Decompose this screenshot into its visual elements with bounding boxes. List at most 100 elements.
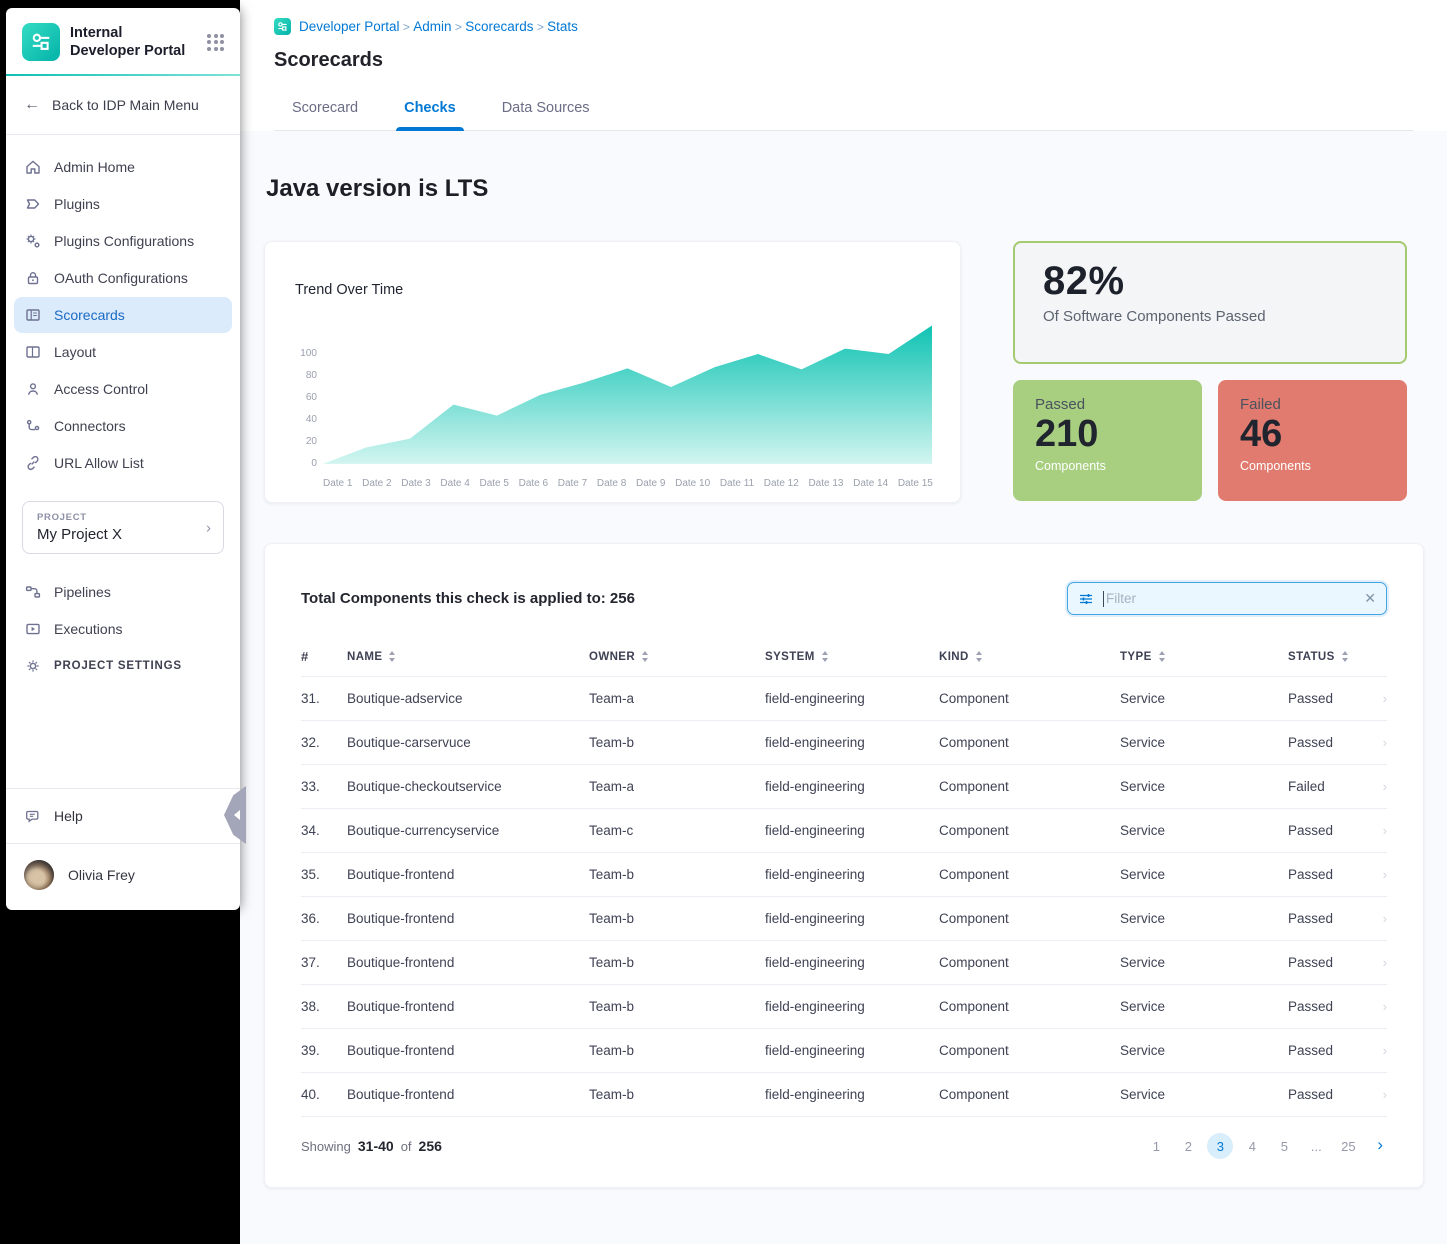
page-button-25[interactable]: 25 bbox=[1335, 1133, 1361, 1159]
clear-filter-icon[interactable]: ✕ bbox=[1364, 590, 1376, 607]
sidebar-item-connectors[interactable]: Connectors bbox=[14, 408, 232, 444]
sidebar-item-plugins-configurations[interactable]: Plugins Configurations bbox=[14, 223, 232, 259]
y-tick-label: 60 bbox=[306, 392, 317, 403]
column-label: OWNER bbox=[589, 651, 635, 663]
layout-icon bbox=[24, 343, 42, 361]
row-index: 33. bbox=[301, 779, 347, 794]
cell-name: Boutique-frontend bbox=[347, 911, 589, 926]
breadcrumb-link-scorecards[interactable]: Scorecards bbox=[465, 19, 533, 34]
row-index: 40. bbox=[301, 1087, 347, 1102]
sidebar-item-scorecards[interactable]: Scorecards bbox=[14, 297, 232, 333]
column-header-owner[interactable]: OWNER bbox=[589, 650, 765, 663]
sidebar-item-label: Connectors bbox=[54, 418, 126, 434]
table-title: Total Components this check is applied t… bbox=[301, 590, 635, 607]
table-row[interactable]: 38.Boutique-frontendTeam-bfield-engineer… bbox=[301, 984, 1387, 1028]
column-header-kind[interactable]: KIND bbox=[939, 650, 1120, 663]
sidebar-item-pipelines[interactable]: Pipelines bbox=[14, 574, 232, 610]
row-index: 32. bbox=[301, 735, 347, 750]
gear-icon bbox=[24, 657, 42, 675]
home-icon bbox=[24, 158, 42, 176]
sidebar-item-url-allow-list[interactable]: URL Allow List bbox=[14, 445, 232, 481]
tab-data-sources[interactable]: Data Sources bbox=[484, 88, 608, 130]
cell-system: field-engineering bbox=[765, 911, 939, 926]
cell-status: Passed bbox=[1288, 999, 1373, 1014]
table-row[interactable]: 33.Boutique-checkoutserviceTeam-afield-e… bbox=[301, 764, 1387, 808]
chart-x-axis: Date 1Date 2Date 3Date 4Date 5Date 6Date… bbox=[323, 478, 933, 489]
cell-status: Passed bbox=[1288, 1043, 1373, 1058]
showing-total: 256 bbox=[419, 1138, 442, 1154]
cell-system: field-engineering bbox=[765, 955, 939, 970]
sidebar-item-oauth-configurations[interactable]: OAuth Configurations bbox=[14, 260, 232, 296]
sidebar-item-admin-home[interactable]: Admin Home bbox=[14, 149, 232, 185]
cell-owner: Team-b bbox=[589, 1087, 765, 1102]
pipeline-icon bbox=[24, 583, 42, 601]
table-row[interactable]: 36.Boutique-frontendTeam-bfield-engineer… bbox=[301, 896, 1387, 940]
cell-kind: Component bbox=[939, 691, 1120, 706]
filter-input[interactable] bbox=[1106, 591, 1355, 606]
page-button-1[interactable]: 1 bbox=[1143, 1133, 1169, 1159]
cell-kind: Component bbox=[939, 735, 1120, 750]
breadcrumb-link-stats[interactable]: Stats bbox=[547, 19, 578, 34]
row-chevron-icon: › bbox=[1373, 823, 1387, 838]
sidebar-item-access-control[interactable]: Access Control bbox=[14, 371, 232, 407]
cell-type: Service bbox=[1120, 867, 1288, 882]
table-row[interactable]: 31.Boutique-adserviceTeam-afield-enginee… bbox=[301, 676, 1387, 720]
tab-scorecard[interactable]: Scorecard bbox=[274, 88, 376, 130]
x-tick-label: Date 9 bbox=[636, 478, 665, 489]
x-tick-label: Date 1 bbox=[323, 478, 352, 489]
table-row[interactable]: 39.Boutique-frontendTeam-bfield-engineer… bbox=[301, 1028, 1387, 1072]
sidebar-item-executions[interactable]: Executions bbox=[14, 611, 232, 647]
page-button-3[interactable]: 3 bbox=[1207, 1133, 1233, 1159]
passed-value: 210 bbox=[1035, 413, 1180, 457]
failed-label: Failed bbox=[1240, 396, 1385, 413]
project-selector[interactable]: PROJECT My Project X › bbox=[22, 501, 224, 554]
sidebar-item-label: Admin Home bbox=[54, 159, 135, 175]
page-button-4[interactable]: 4 bbox=[1239, 1133, 1265, 1159]
page-button-2[interactable]: 2 bbox=[1175, 1133, 1201, 1159]
x-tick-label: Date 3 bbox=[401, 478, 430, 489]
idp-logo-icon bbox=[22, 23, 60, 61]
x-tick-label: Date 12 bbox=[764, 478, 799, 489]
help-button[interactable]: Help bbox=[6, 788, 240, 843]
sidebar-item-label: OAuth Configurations bbox=[54, 270, 188, 286]
table-row[interactable]: 34.Boutique-currencyserviceTeam-cfield-e… bbox=[301, 808, 1387, 852]
breadcrumb-link-developer-portal[interactable]: Developer Portal bbox=[299, 19, 400, 34]
sidebar-item-project-settings[interactable]: PROJECT SETTINGS bbox=[14, 648, 232, 684]
cell-type: Service bbox=[1120, 735, 1288, 750]
column-header-status[interactable]: STATUS bbox=[1288, 650, 1373, 663]
column-header-name[interactable]: NAME bbox=[347, 650, 589, 663]
table-row[interactable]: 32.Boutique-carservuceTeam-bfield-engine… bbox=[301, 720, 1387, 764]
user-menu[interactable]: Olivia Frey bbox=[6, 843, 240, 910]
cell-kind: Component bbox=[939, 823, 1120, 838]
breadcrumb-link-admin[interactable]: Admin bbox=[413, 19, 451, 34]
app-grid-icon[interactable] bbox=[205, 32, 226, 53]
column-label: KIND bbox=[939, 651, 969, 663]
row-chevron-icon: › bbox=[1373, 1043, 1387, 1058]
cell-owner: Team-b bbox=[589, 867, 765, 882]
cell-type: Service bbox=[1120, 823, 1288, 838]
cell-owner: Team-b bbox=[589, 955, 765, 970]
column-header-type[interactable]: TYPE bbox=[1120, 650, 1288, 663]
page-button-5[interactable]: 5 bbox=[1271, 1133, 1297, 1159]
back-to-idp-main-menu[interactable]: ← Back to IDP Main Menu bbox=[6, 76, 240, 135]
table-row[interactable]: 35.Boutique-frontendTeam-bfield-engineer… bbox=[301, 852, 1387, 896]
breadcrumb-separator: > bbox=[452, 20, 466, 34]
cell-name: Boutique-checkoutservice bbox=[347, 779, 589, 794]
table-row[interactable]: 40.Boutique-frontendTeam-bfield-engineer… bbox=[301, 1072, 1387, 1116]
sort-icon bbox=[1341, 650, 1349, 663]
sort-icon bbox=[641, 650, 649, 663]
sidebar-item-layout[interactable]: Layout bbox=[14, 334, 232, 370]
sidebar-nav: Admin Home PluginsPlugins Configurations O… bbox=[6, 135, 240, 485]
next-page-icon[interactable]: › bbox=[1367, 1135, 1387, 1157]
sort-icon bbox=[975, 650, 983, 663]
cell-kind: Component bbox=[939, 1043, 1120, 1058]
x-tick-label: Date 13 bbox=[808, 478, 843, 489]
table-footer: Showing 31-40 of 256 12345...25› bbox=[301, 1116, 1387, 1173]
table-row[interactable]: 37.Boutique-frontendTeam-bfield-engineer… bbox=[301, 940, 1387, 984]
tab-checks[interactable]: Checks bbox=[386, 88, 474, 130]
sidebar-item-plugins[interactable]: Plugins bbox=[14, 186, 232, 222]
breadcrumb-separator: > bbox=[533, 20, 547, 34]
column-header-system[interactable]: SYSTEM bbox=[765, 650, 939, 663]
sidebar-item-label: Scorecards bbox=[54, 307, 125, 323]
cell-owner: Team-a bbox=[589, 691, 765, 706]
